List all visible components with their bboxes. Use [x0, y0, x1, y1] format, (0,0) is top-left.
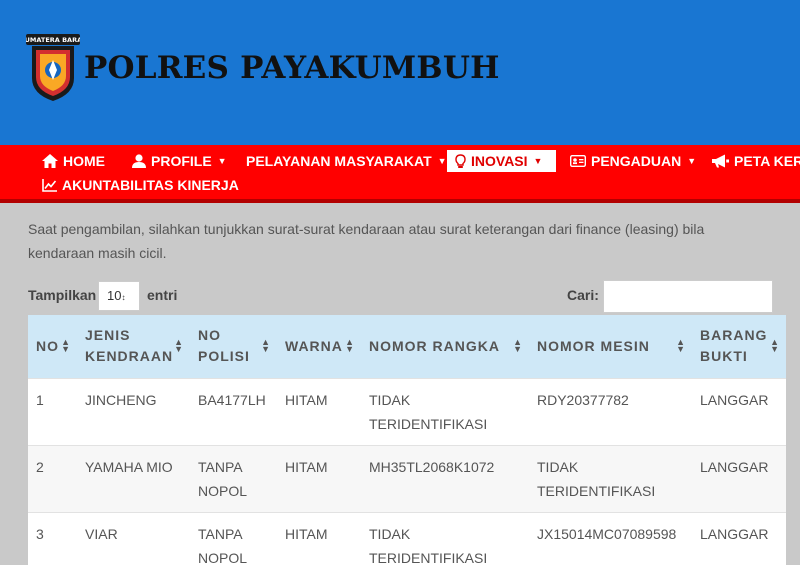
table-cell: TIDAK TERIDENTIFIKASI	[529, 444, 692, 512]
table-cell: MH35TL2068K1072	[361, 444, 529, 512]
length-value: 10	[107, 288, 122, 303]
table-cell: 2	[28, 444, 77, 512]
nav-inovasi-label: INOVASI	[471, 153, 528, 169]
table-cell: LANGGAR	[692, 377, 786, 445]
search-label: Cari:	[567, 287, 599, 303]
table-cell: LANGGAR	[692, 511, 786, 565]
table-cell: JX15014MC07089598	[529, 511, 692, 565]
table-cell: HITAM	[277, 377, 361, 445]
column-header-nomor-rangka[interactable]: NOMOR RANGKA ▲ ▼	[361, 315, 529, 378]
nav-profile[interactable]: PROFILE ▼	[132, 150, 227, 172]
nav-home-label: HOME	[63, 153, 105, 169]
nav-akuntabilitas-label: AKUNTABILITAS KINERJA	[62, 177, 239, 193]
sort-icon: ▲ ▼	[174, 337, 184, 355]
column-header-warna[interactable]: WARNA ▲ ▼	[277, 315, 361, 378]
table-cell: JINCHENG	[77, 377, 190, 445]
nav-pengaduan[interactable]: PENGADUAN ▼	[570, 150, 696, 172]
nav-akuntabilitas[interactable]: AKUNTABILITAS KINERJA	[42, 174, 239, 196]
nav-pengaduan-label: PENGADUAN	[591, 153, 682, 169]
column-header-nomor-mesin[interactable]: NOMOR MESIN ▲ ▼	[529, 315, 692, 378]
nav-pelayanan-label: PELAYANAN MASYARAKAT	[246, 153, 432, 169]
notice-text: Saat pengambilan, silahkan tunjukkan sur…	[28, 221, 705, 261]
nav-profile-label: PROFILE	[151, 153, 212, 169]
table-row: 2 YAMAHA MIO TANPA NOPOL HITAM MH35TL206…	[28, 444, 786, 512]
svg-text:SUMATERA BARAT: SUMATERA BARAT	[26, 36, 80, 44]
nav-home[interactable]: HOME	[42, 150, 105, 172]
nav-inovasi[interactable]: INOVASI ▼	[447, 150, 556, 172]
site-header: SUMATERA BARAT POLRES PAYAKUMBUH	[0, 0, 800, 145]
sort-icon: ▲ ▼	[261, 337, 271, 355]
sort-icon: ▲ ▼	[770, 337, 780, 355]
user-icon	[132, 154, 146, 168]
table-row: 3 VIAR TANPA NOPOL HITAM TIDAK TERIDENTI…	[28, 511, 786, 565]
site-title[interactable]: POLRES PAYAKUMBUH	[84, 50, 500, 86]
main-navbar: HOME PROFILE ▼ PELAYANAN MASYARAKAT ▼ IN…	[0, 145, 800, 203]
table-cell: YAMAHA MIO	[77, 444, 190, 512]
search-input[interactable]	[603, 280, 773, 313]
table-cell: LANGGAR	[692, 444, 786, 512]
home-icon	[42, 154, 58, 168]
table-cell: TIDAK TERIDENTIFIKASI	[361, 377, 529, 445]
table-cell: HITAM	[277, 444, 361, 512]
sort-icon: ▲ ▼	[513, 337, 523, 355]
nav-peta-kerawanan-label: PETA KERAWANAN	[734, 153, 800, 169]
chevron-down-icon: ▼	[533, 156, 543, 166]
police-emblem-logo[interactable]: SUMATERA BARAT	[26, 32, 80, 102]
table-cell: TIDAK TERIDENTIFIKASI	[361, 511, 529, 565]
column-header-no[interactable]: NO ▲ ▼	[28, 315, 77, 378]
table-cell: 3	[28, 511, 77, 565]
nav-pelayanan[interactable]: PELAYANAN MASYARAKAT ▼	[246, 150, 447, 172]
id-card-icon	[570, 155, 586, 167]
lightbulb-icon	[455, 153, 466, 168]
megaphone-icon	[712, 154, 729, 168]
entries-length-select[interactable]: 10↕	[98, 281, 140, 311]
sort-icon: ▲ ▼	[676, 337, 686, 355]
table-cell: HITAM	[277, 511, 361, 565]
length-suffix: entri	[147, 287, 178, 303]
chevron-down-icon: ▼	[437, 156, 447, 166]
sort-icon: ▲ ▼	[61, 337, 71, 355]
length-label: Tampilkan	[28, 287, 97, 303]
table-row: 1 JINCHENG BA4177LH HITAM TIDAK TERIDENT…	[28, 377, 786, 445]
column-header-barang-bukti[interactable]: BARANG BUKTI ▲ ▼	[692, 315, 786, 378]
table-cell: TANPA NOPOL	[190, 511, 277, 565]
chevron-down-icon: ▼	[217, 156, 227, 166]
table-cell: 1	[28, 377, 77, 445]
table-cell: VIAR	[77, 511, 190, 565]
main-content: Saat pengambilan, silahkan tunjukkan sur…	[0, 207, 800, 565]
table-header-row: NO ▲ ▼ JENIS KENDRAAN ▲ ▼ NO POLISI ▲ ▼ WARNA ▲…	[28, 315, 786, 378]
evidence-table: NO ▲ ▼ JENIS KENDRAAN ▲ ▼ NO POLISI ▲ ▼ WARNA ▲…	[28, 315, 786, 565]
chevron-down-icon: ▼	[687, 156, 697, 166]
column-header-jenis-kendraan[interactable]: JENIS KENDRAAN ▲ ▼	[77, 315, 190, 378]
table-cell: TANPA NOPOL	[190, 444, 277, 512]
column-header-no-polisi[interactable]: NO POLISI ▲ ▼	[190, 315, 277, 378]
sort-icon: ▲ ▼	[345, 337, 355, 355]
table-cell: BA4177LH	[190, 377, 277, 445]
line-chart-icon	[42, 178, 57, 192]
nav-peta-kerawanan[interactable]: PETA KERAWANAN	[712, 150, 800, 172]
select-arrows-icon: ↕	[121, 293, 126, 302]
table-cell: RDY20377782	[529, 377, 692, 445]
